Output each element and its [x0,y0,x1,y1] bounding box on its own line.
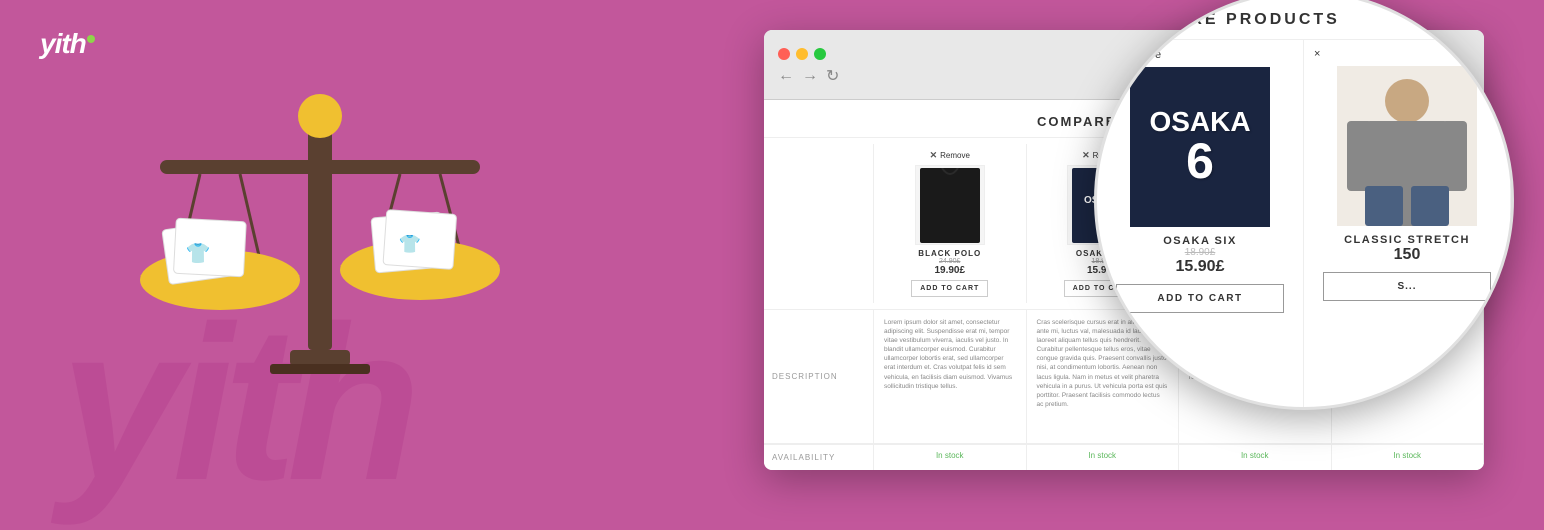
minimize-dot[interactable] [796,48,808,60]
remove-x-classic: × [1314,48,1320,60]
yith-logo: yith [40,28,95,60]
osaka-text: OSAKA6 [1149,108,1250,186]
in-stock-1: In stock [936,451,964,460]
product-name-1: BLACK POLO [918,249,981,258]
product-img-1 [915,165,985,245]
refresh-button[interactable]: ↻ [826,66,839,86]
magnify-circle: COMPARE PRODUCTS × ✕ Remove OSAKA6 [1094,0,1514,410]
avail-col-2: In stock [1027,445,1180,470]
magnify-content: COMPARE PRODUCTS × ✕ Remove OSAKA6 [1097,0,1511,407]
add-to-cart-btn-1[interactable]: ADD TO CART [911,280,988,297]
avail-col-1: In stock [874,445,1027,470]
magnify-add-cart-osaka[interactable]: ADD TO CART [1116,284,1283,313]
classic-shirt [1337,66,1477,226]
magnify-close[interactable]: × [1482,11,1491,29]
forward-button[interactable]: → [802,67,818,85]
logo-dot [87,35,95,43]
magnify-classic-name: CLASSIC STRETCH [1344,234,1470,246]
avail-col-4: In stock [1332,445,1485,470]
browser-nav: ← → ↻ [778,66,839,86]
osaka-shirt: OSAKA6 [1130,67,1270,227]
avail-col-3: In stock [1179,445,1332,470]
in-stock-3: In stock [1241,451,1269,460]
in-stock-2: In stock [1088,451,1116,460]
scale-svg: 👕 👕 [80,60,560,440]
svg-text:👕: 👕 [399,234,421,254]
description-label: DESCRIPTION [764,310,874,443]
magnify-classic-price-new: 150 [1394,246,1421,264]
in-stock-4: In stock [1393,451,1421,460]
magnify-osaka-price-old: 18.90£ [1185,247,1216,258]
classic-person-svg [1337,66,1477,226]
magnify-osaka-price-new: 15.90£ [1176,258,1225,276]
svg-text:👕: 👕 [186,243,211,265]
browser-dots [778,48,826,60]
product-price-old-1: 24.90£ [939,258,960,265]
magnify-remove-classic[interactable]: × [1314,48,1320,60]
product-price-new-1: 19.90£ [934,265,965,276]
desc-col-1: Lorem ipsum dolor sit amet, consectetur … [874,310,1027,443]
magnify-set-options-classic[interactable]: S... [1323,272,1490,301]
magnify-osaka-name: OSAKA SIX [1163,235,1237,247]
magnify-classic-img [1337,66,1477,226]
logo-text: yith [40,28,86,59]
magnify-title: COMPARE PRODUCTS [1117,11,1340,29]
availability-label: AVAILABILITY [764,445,874,470]
close-dot[interactable] [778,48,790,60]
magnify-products: ✕ Remove OSAKA6 OSAKA SIX 18.90£ 15.90£ … [1097,40,1511,407]
desc-text-1: Lorem ipsum dolor sit amet, consectetur … [884,318,1016,391]
scale-illustration: 👕 👕 [80,60,560,440]
maximize-dot[interactable] [814,48,826,60]
availability-row: AVAILABILITY In stock In stock In stock … [764,444,1484,470]
remove-btn-1[interactable]: ✕ Remove [930,150,970,161]
magnify-osaka-img: OSAKA6 [1130,67,1270,227]
product-col-1: ✕ Remove BLACK POLO 24.90£ [874,144,1027,303]
black-polo-img [920,168,980,243]
label-col-empty [764,144,874,303]
back-button[interactable]: ← [778,67,794,85]
